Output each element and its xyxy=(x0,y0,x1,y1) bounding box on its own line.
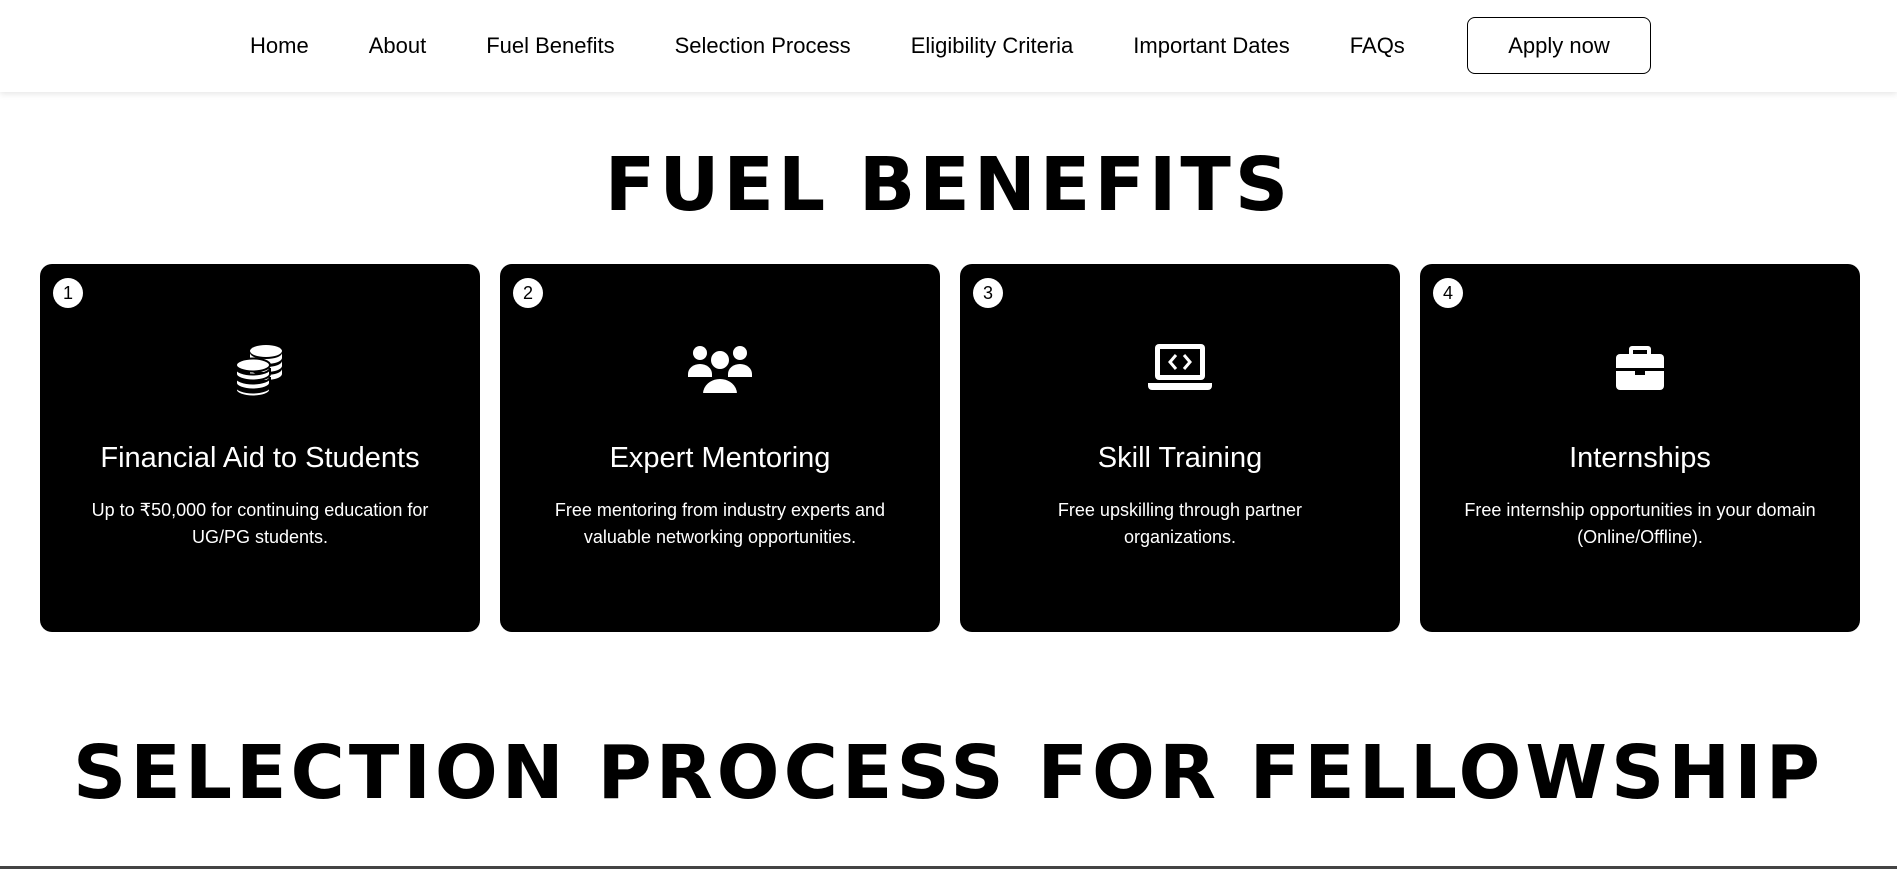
benefit-card-financial-aid: 1 Financial Aid to Students Up to ₹50,00… xyxy=(40,264,480,632)
nav-link-faqs[interactable]: FAQs xyxy=(1350,33,1405,59)
nav-link-fuel-benefits[interactable]: Fuel Benefits xyxy=(486,33,614,59)
nav-link-important-dates[interactable]: Important Dates xyxy=(1133,33,1290,59)
card-description: Free internship opportunities in your do… xyxy=(1464,500,1816,547)
nav-link-about[interactable]: About xyxy=(369,33,427,59)
card-number-badge: 1 xyxy=(53,278,83,308)
card-number-badge: 3 xyxy=(973,278,1003,308)
coins-icon xyxy=(40,340,480,396)
nav-link-eligibility-criteria[interactable]: Eligibility Criteria xyxy=(911,33,1074,59)
benefit-card-expert-mentoring: 2 Expert Mentoring Free mentoring from i… xyxy=(500,264,940,632)
fuel-benefits-heading: FUEL BENEFITS xyxy=(604,142,1293,228)
benefit-card-internships: 4 Internships Free internship opportunit… xyxy=(1420,264,1860,632)
benefit-card-skill-training: 3 Skill Training Free upskilling through… xyxy=(960,264,1400,632)
card-title: Expert Mentoring xyxy=(609,442,831,474)
card-title: Internships xyxy=(1569,442,1711,474)
selection-process-heading: SELECTION PROCESS FOR FELLOWSHIP xyxy=(73,730,1824,816)
nav-links: Home About Fuel Benefits Selection Proce… xyxy=(250,33,1465,59)
card-description: Up to ₹50,000 for continuing education f… xyxy=(91,500,429,547)
benefit-cards: 1 Financial Aid to Students Up to ₹50,00… xyxy=(40,264,1860,632)
card-number-badge: 2 xyxy=(513,278,543,308)
nav-link-home[interactable]: Home xyxy=(250,33,309,59)
card-description: Free mentoring from industry experts and… xyxy=(554,500,886,547)
laptop-code-icon xyxy=(960,340,1400,396)
nav-link-selection-process[interactable]: Selection Process xyxy=(675,33,851,59)
top-navigation: Home About Fuel Benefits Selection Proce… xyxy=(0,0,1897,92)
users-icon xyxy=(500,340,940,396)
card-description: Free upskilling through partner organiza… xyxy=(1057,500,1303,547)
apply-now-button[interactable]: Apply now xyxy=(1467,17,1651,74)
briefcase-icon xyxy=(1420,340,1860,396)
card-title: Skill Training xyxy=(1097,442,1263,474)
card-title: Financial Aid to Students xyxy=(100,442,420,474)
card-number-badge: 4 xyxy=(1433,278,1463,308)
